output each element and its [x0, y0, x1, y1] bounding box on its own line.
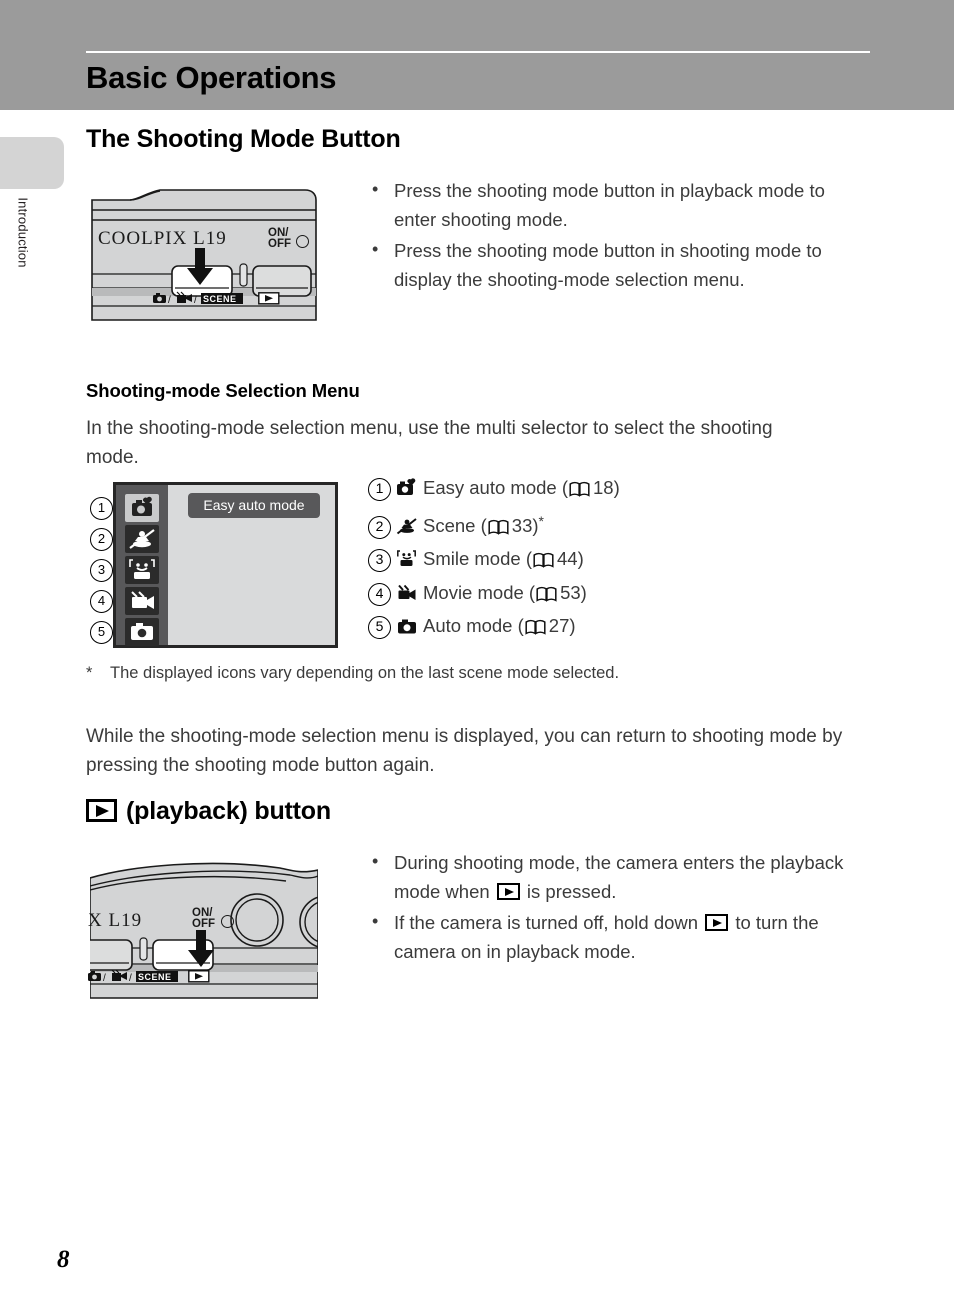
- section-heading-text: (playback) button: [126, 797, 331, 825]
- figure-marker-3: 3: [90, 559, 113, 582]
- svg-text:/: /: [194, 295, 197, 306]
- list-number-1: 1: [368, 478, 391, 501]
- ref-open-paren: (: [523, 581, 536, 603]
- book-icon: [525, 614, 546, 644]
- figure-marker-5: 5: [90, 621, 113, 644]
- ref-page: 18: [593, 477, 614, 498]
- auto-mode-icon: [396, 615, 418, 645]
- bullet-text-after: is pressed.: [521, 881, 617, 902]
- book-icon: [533, 547, 554, 577]
- book-icon: [488, 514, 509, 544]
- ref-open-paren: (: [520, 548, 532, 569]
- svg-text:SCENE: SCENE: [138, 972, 172, 982]
- mode-label: Smile mode: [423, 548, 521, 569]
- list-item-scene-mode: 2 Scene (33)*: [368, 507, 620, 545]
- figure-marker-1: 1: [90, 497, 113, 520]
- svg-text:/: /: [103, 973, 106, 984]
- playback-button-label-icon: [258, 292, 280, 310]
- ref-open-paren: (: [475, 514, 487, 536]
- ref-open-paren: (: [556, 477, 569, 498]
- figure-marker-4: 4: [90, 590, 113, 613]
- movie-mode-icon[interactable]: [125, 587, 159, 615]
- movie-mode-icon: [396, 582, 418, 612]
- list-item-smile-mode: 3 Smile mode (44): [368, 544, 620, 578]
- list-item: During shooting mode, the camera enters …: [366, 847, 866, 906]
- list-number-5: 5: [368, 616, 391, 639]
- ref-open-paren: (: [512, 615, 524, 636]
- mode-label: Scene: [423, 514, 476, 536]
- selection-menu-intro-paragraph: In the shooting-mode selection menu, use…: [86, 418, 773, 468]
- playback-icon: [496, 883, 520, 900]
- subsection-heading-selection-menu: Shooting-mode Selection Menu: [86, 380, 360, 401]
- list-item: If the camera is turned off, hold down t…: [366, 907, 866, 966]
- ref-page: 44: [557, 548, 578, 569]
- shooting-mode-bullet-list: Press the shooting mode button in playba…: [366, 175, 866, 296]
- footnote: * The displayed icons vary depending on …: [86, 661, 786, 685]
- section-heading-shooting-mode-button: The Shooting Mode Button: [86, 125, 401, 153]
- footnote-marker: *: [86, 664, 93, 682]
- ref-close-paren: ): [569, 615, 576, 636]
- svg-text:/: /: [168, 295, 171, 306]
- ref-page: 27: [548, 615, 570, 636]
- page-content: The Shooting Mode Button COOLPIX L19 ON/…: [0, 0, 954, 1314]
- shooting-mode-button-labels-2: / / SCENE: [88, 969, 198, 989]
- shooting-mode-button-labels: / / SCENE: [153, 291, 263, 311]
- camera-model-label-2: X L19: [88, 910, 143, 931]
- scene-mode-icon: [396, 515, 418, 545]
- section-heading-playback-button: (playback) button: [86, 795, 331, 827]
- closing-paragraph: While the shooting-mode selection menu i…: [86, 726, 843, 776]
- book-icon: [536, 581, 557, 611]
- playback-button-label-icon-2: [188, 970, 210, 988]
- camera-model-label: COOLPIX L19: [98, 228, 227, 249]
- list-item-movie-mode: 4 Movie mode (53): [368, 578, 620, 612]
- book-icon: [569, 476, 590, 506]
- auto-mode-icon[interactable]: [125, 618, 159, 646]
- power-label: ON/ OFF: [268, 227, 291, 250]
- list-number-2: 2: [368, 515, 391, 539]
- shooting-mode-selection-menu-screen: Easy auto mode: [113, 482, 338, 648]
- mode-reference-list: 1 Easy auto mode (18) 2 Scene (33) * 3 Smile…: [368, 473, 620, 645]
- power-label-line2: OFF: [192, 918, 215, 930]
- ref-close-paren: ): [613, 477, 620, 498]
- mode-label: Movie mode: [423, 581, 524, 603]
- list-item: Press the shooting mode button in playba…: [366, 175, 866, 234]
- easy-auto-mode-icon[interactable]: [125, 494, 159, 522]
- power-label-line2: OFF: [268, 238, 291, 250]
- down-arrow-icon-1: [186, 248, 214, 291]
- ref-close-paren: ): [580, 581, 587, 603]
- svg-text:/: /: [129, 973, 132, 984]
- list-item-easy-auto-mode: 1 Easy auto mode (18): [368, 473, 620, 507]
- down-arrow-icon-2: [187, 930, 215, 973]
- power-label-2: ON/ OFF: [192, 907, 215, 930]
- power-lamp-icon-2: [221, 915, 234, 928]
- mode-label: Easy auto mode: [423, 477, 557, 498]
- footnote-asterisk-ref: *: [538, 512, 544, 529]
- page-number: 8: [57, 1246, 70, 1273]
- power-lamp-icon: [296, 235, 309, 248]
- list-item-auto-mode: 5 Auto mode (27): [368, 611, 620, 645]
- smile-mode-icon: [396, 548, 418, 578]
- bullet-text-before: During shooting mode, the camera enters …: [394, 852, 844, 902]
- playback-icon: [86, 799, 117, 822]
- figure-marker-2: 2: [90, 528, 113, 551]
- menu-selected-mode-label: Easy auto mode: [188, 493, 320, 518]
- easy-auto-mode-icon: [396, 477, 418, 507]
- smile-mode-icon[interactable]: [125, 556, 159, 584]
- footnote-text: The displayed icons vary depending on th…: [110, 664, 620, 682]
- list-number-4: 4: [368, 582, 391, 606]
- scene-mode-icon[interactable]: [125, 525, 159, 553]
- playback-bullet-list: During shooting mode, the camera enters …: [366, 847, 866, 968]
- ref-close-paren: ): [577, 548, 584, 569]
- ref-page: 53: [560, 581, 581, 603]
- svg-text:SCENE: SCENE: [203, 294, 237, 304]
- bullet-text-before: If the camera is turned off, hold down: [394, 912, 704, 933]
- mode-label: Auto mode: [423, 615, 513, 636]
- list-item: Press the shooting mode button in shooti…: [366, 235, 866, 294]
- ref-page: 33: [511, 514, 533, 536]
- list-number-3: 3: [368, 549, 391, 572]
- playback-icon: [705, 914, 729, 931]
